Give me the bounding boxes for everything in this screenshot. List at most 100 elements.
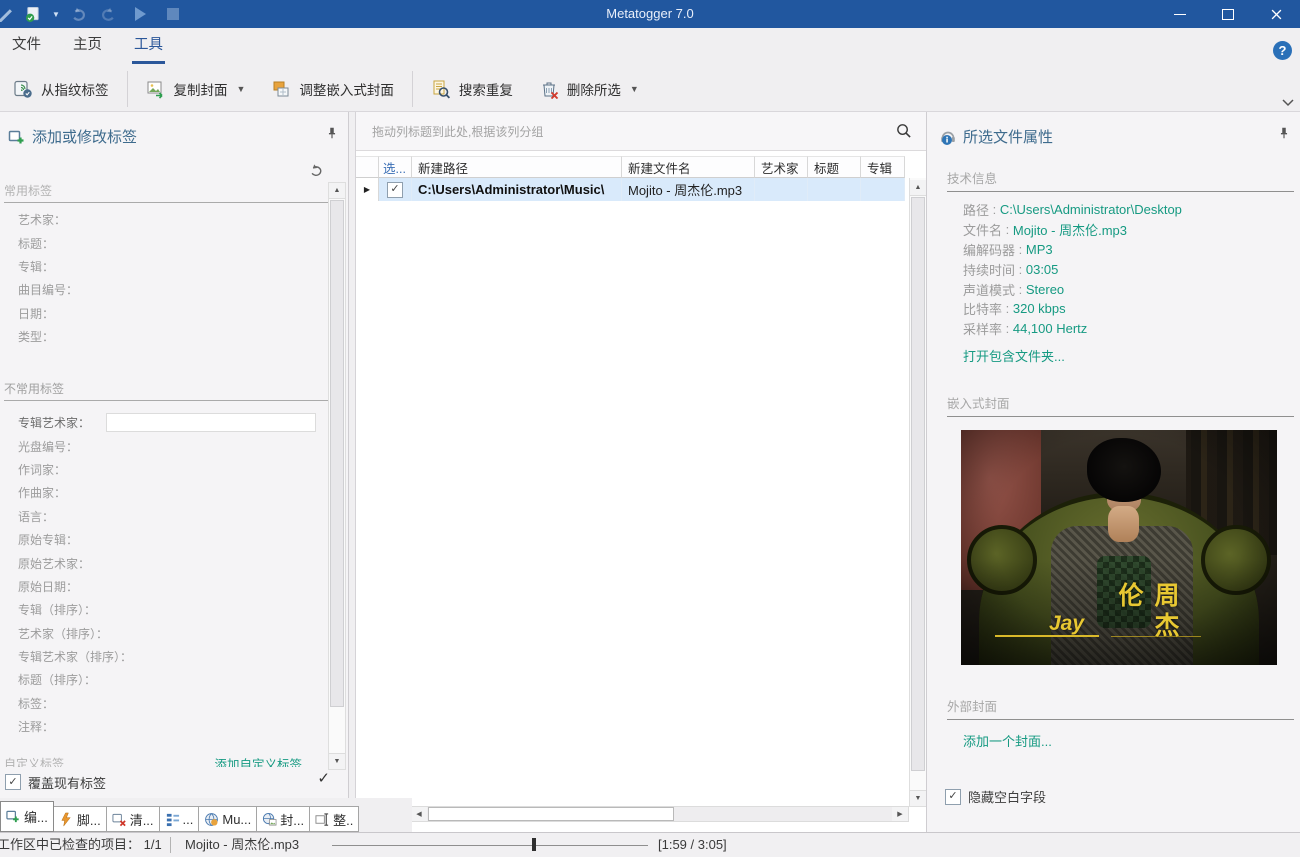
tech-label: 文件名 <box>963 220 1002 239</box>
titlebar: ▼ Metatogger 7.0 <box>0 0 1300 28</box>
statusbar: 工作区中已检查的项目： 1/1 Mojito - 周杰伦.mp3 [1:59 /… <box>0 832 1300 857</box>
column-header-new-filename[interactable]: 新建文件名 <box>622 156 755 178</box>
bottom-tab-lists[interactable]: ... <box>159 806 200 832</box>
tab-tools[interactable]: 工具 <box>132 28 165 64</box>
minimize-icon <box>1174 14 1186 15</box>
group-by-bar[interactable]: 拖动列标题到此处,根据该列分组 <box>356 112 926 151</box>
tech-label: 采样率 <box>963 319 1002 338</box>
search-duplicates-icon <box>431 79 451 99</box>
field-artist-sort: 艺术家（排序）： <box>0 622 326 645</box>
playback-slider-handle[interactable] <box>532 838 536 851</box>
pin-icon[interactable] <box>1277 126 1291 140</box>
bottom-tab-cover-search[interactable]: 封... <box>256 806 310 832</box>
bottom-tab-organize[interactable]: 整.. <box>309 806 359 832</box>
pin-icon[interactable] <box>325 126 339 140</box>
checked-items-value: 1/1 <box>144 837 162 852</box>
row-checkbox[interactable]: ✓ <box>387 182 403 198</box>
album-artist-input[interactable] <box>106 413 316 432</box>
dropdown-caret-icon: ▼ <box>237 84 246 94</box>
time-display: [1:59 / 3:05] <box>658 833 727 857</box>
add-cover-link[interactable]: 添加一个封面... <box>963 731 1052 750</box>
scroll-right-icon[interactable]: ▶ <box>892 807 908 821</box>
column-header-select[interactable]: 选... <box>379 156 412 178</box>
open-containing-folder-link[interactable]: 打开包含文件夹... <box>963 346 1065 365</box>
tech-value: 44,100 Hertz <box>1013 321 1087 336</box>
column-header-new-path[interactable]: 新建路径 <box>412 156 622 178</box>
scrollbar-thumb[interactable] <box>330 200 344 707</box>
album-art-artist-text: 周杰伦 <box>1111 582 1183 665</box>
column-header-artist[interactable]: 艺术家 <box>755 156 808 178</box>
overwrite-tags-checkbox[interactable]: ✓ <box>5 774 21 790</box>
fingerprint-tag-icon <box>13 79 33 99</box>
field-label: 原始专辑： <box>18 531 78 548</box>
copy-cover-button[interactable]: 复制封面▼ <box>133 70 259 108</box>
cell-new-path: C:\Users\Administrator\Music\ <box>412 178 622 201</box>
bottom-tab-scripts[interactable]: 脚... <box>53 806 107 832</box>
column-header-album[interactable]: 专辑 <box>861 156 905 178</box>
delete-selected-button[interactable]: 删除所选▼ <box>526 70 652 108</box>
field-title-sort: 标题（排序）： <box>0 668 326 691</box>
field-label: 专辑（排序）： <box>18 601 96 618</box>
field-disc-number: 光盘编号： <box>0 434 326 457</box>
table-row[interactable]: ▶✓C:\Users\Administrator\Music\Mojito - … <box>356 178 905 201</box>
scroll-left-icon[interactable]: ◀ <box>411 807 427 821</box>
selected-file-properties-panel: 所选文件属性 技术信息 路径 : C:\Users\Administrator\… <box>926 112 1300 832</box>
apply-check-icon[interactable]: ✓ <box>317 769 330 787</box>
row-select-cell: ✓ <box>379 178 412 201</box>
field-album-artist-sort: 专辑艺术家（排序）： <box>0 645 326 668</box>
minimize-button[interactable] <box>1156 0 1204 28</box>
tab-home[interactable]: 主页 <box>71 28 104 61</box>
field-label: 作词家： <box>18 461 66 478</box>
tab-file[interactable]: 文件 <box>10 28 43 61</box>
file-list-vscrollbar[interactable]: ▲ ▼ <box>909 178 926 807</box>
overwrite-tags-label: 覆盖现有标签 <box>28 773 106 792</box>
checked-items-label: 工作区中已检查的项目： <box>0 837 140 852</box>
field-label: 标题： <box>18 235 54 252</box>
from-fingerprint-label: 从指纹标签 <box>41 79 109 99</box>
tech-label: 比特率 <box>963 299 1002 318</box>
bottom-tab-label: 脚... <box>77 810 101 829</box>
tech-label: 编解码器 <box>963 240 1015 259</box>
scroll-down-icon[interactable]: ▼ <box>910 790 926 806</box>
maximize-button[interactable] <box>1204 0 1252 28</box>
scroll-up-icon[interactable]: ▲ <box>910 180 926 196</box>
file-list-hscrollbar[interactable]: ◀ ▶ <box>410 806 909 822</box>
field-lyricist: 作词家： <box>0 458 326 481</box>
tech-value: Mojito - 周杰伦.mp3 <box>1013 220 1127 239</box>
field-language: 语言： <box>0 505 326 528</box>
list-icon <box>165 812 180 827</box>
help-button[interactable]: ? <box>1273 41 1292 60</box>
field-tags: 标签： <box>0 692 326 715</box>
bottom-tab-clear-tags[interactable]: 清... <box>106 806 160 832</box>
field-album-artist: 专辑艺术家： <box>0 411 326 434</box>
tech-row-filename: 文件名 : Mojito - 周杰伦.mp3 <box>963 220 1182 240</box>
field-label: 专辑： <box>18 258 54 275</box>
field-label: 专辑艺术家（排序）： <box>18 648 132 665</box>
left-panel-scrollbar[interactable]: ▲ ▼ <box>328 182 346 770</box>
app-window: ▼ Metatogger 7.0 文件主页工具 ? 从指纹标签 复制封面▼调整嵌入… <box>0 0 1300 857</box>
cell-new-filename: Mojito - 周杰伦.mp3 <box>622 178 755 201</box>
field-original-date: 原始日期： <box>0 575 326 598</box>
from-fingerprint-button[interactable]: 从指纹标签 <box>0 70 122 108</box>
scrollbar-thumb[interactable] <box>911 197 925 771</box>
hide-empty-fields-checkbox[interactable]: ✓ <box>945 789 961 805</box>
scroll-down-icon[interactable]: ▼ <box>329 753 345 769</box>
field-original-album: 原始专辑： <box>0 528 326 551</box>
adjust-embedded-cover-button[interactable]: 调整嵌入式封面 <box>258 70 407 108</box>
search-duplicates-button[interactable]: 搜索重复 <box>418 70 526 108</box>
cell-artist <box>755 178 808 201</box>
scrollbar-thumb[interactable] <box>428 807 674 821</box>
column-header-title[interactable]: 标题 <box>808 156 861 178</box>
bottom-tab-edit-tags[interactable]: 编... <box>0 801 54 832</box>
collapse-ribbon-chevron-icon[interactable] <box>1281 97 1295 109</box>
field-original-artist: 原始艺术家： <box>0 551 326 574</box>
search-icon[interactable] <box>895 122 912 139</box>
field-label: 标题（排序）： <box>18 671 96 688</box>
tech-label: 路径 <box>963 200 989 219</box>
close-icon <box>1271 9 1282 20</box>
undo-field-icon[interactable] <box>309 163 324 178</box>
playback-slider-track[interactable] <box>332 845 648 846</box>
scroll-up-icon[interactable]: ▲ <box>329 183 345 199</box>
close-button[interactable] <box>1252 0 1300 28</box>
bottom-tab-musicbrainz[interactable]: Mu... <box>198 806 257 832</box>
